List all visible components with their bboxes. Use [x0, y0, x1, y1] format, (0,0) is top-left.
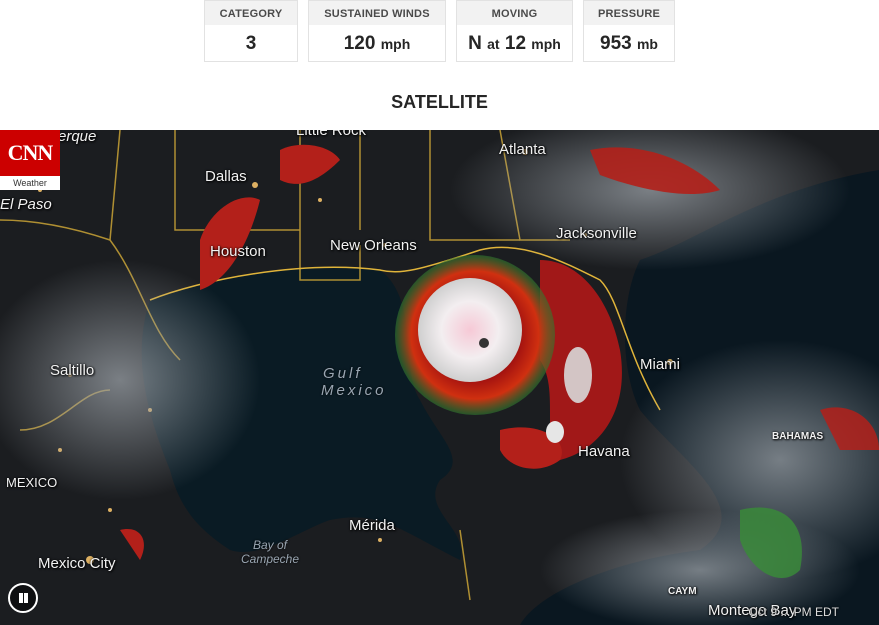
cnn-logo-mark: CNN [7, 140, 54, 165]
stat-pressure: PRESSURE 953 mb [583, 0, 675, 62]
city-label: Mexico City [38, 555, 116, 572]
hurricane-eye [479, 338, 489, 348]
winds-value: 120 [343, 33, 376, 54]
stat-category: CATEGORY 3 [204, 0, 298, 62]
city-label: Havana [578, 443, 630, 460]
stat-value: 953 mb [584, 25, 674, 61]
satellite-imagery [0, 130, 879, 625]
city-label: Atlanta [499, 141, 546, 158]
city-label: Houston [210, 243, 266, 260]
rainband-cloud [564, 347, 592, 403]
pressure-unit: mb [636, 36, 658, 52]
stat-value: 120 mph [309, 25, 445, 61]
city-label: CAYM [668, 586, 697, 597]
stat-moving: MOVING N at 12 mph [456, 0, 573, 62]
water-label: Bay of [252, 538, 288, 552]
pause-button[interactable] [8, 583, 38, 613]
stat-label: MOVING [457, 1, 572, 25]
pause-icon [24, 593, 28, 603]
stat-label: SUSTAINED WINDS [309, 1, 445, 25]
speed-unit: mph [531, 36, 561, 52]
city-label: BAHAMAS [772, 431, 824, 442]
water-label: Campeche [240, 552, 300, 566]
section-title: SATELLITE [391, 92, 488, 112]
pressure-value: 953 [600, 33, 632, 54]
water-label: Mexico [321, 382, 387, 399]
speed-value: 12 [504, 33, 527, 54]
category-value: 3 [245, 33, 257, 54]
hurricane-core [418, 278, 522, 382]
city-label: Little Rock [296, 130, 367, 139]
city-label: Saltillo [50, 362, 95, 379]
winds-unit: mph [380, 36, 411, 52]
city-label: Jacksonville [556, 225, 637, 242]
city-label: El Paso [0, 196, 52, 213]
city-label: erque [58, 130, 97, 145]
storm-stats-bar: CATEGORY 3 SUSTAINED WINDS 120 mph MOVIN… [0, 0, 879, 64]
direction-value: N [468, 33, 482, 54]
pause-icon [19, 593, 23, 603]
cnn-logo-sub: Weather [0, 176, 60, 190]
city-label: New Orleans [330, 237, 417, 254]
city-label: MEXICO [6, 475, 58, 490]
city-label: Miami [640, 356, 680, 373]
stat-label: PRESSURE [584, 1, 674, 25]
satellite-map: Little Rock erque Dallas El Paso Atlanta… [0, 130, 879, 625]
city-label: Dallas [205, 168, 247, 185]
moving-at: at [487, 36, 500, 52]
stat-label: CATEGORY [205, 1, 297, 25]
city-label: Mérida [349, 517, 395, 534]
cnn-weather-logo: CNN Weather [0, 130, 60, 190]
water-label: Gulf [323, 365, 363, 382]
stat-sustained-winds: SUSTAINED WINDS 120 mph [308, 0, 446, 62]
stat-value: 3 [205, 25, 297, 61]
stat-value: N at 12 mph [457, 25, 572, 61]
rainband-cloud [546, 421, 564, 443]
timestamp: Oct 9 ... PM EDT [748, 605, 839, 619]
